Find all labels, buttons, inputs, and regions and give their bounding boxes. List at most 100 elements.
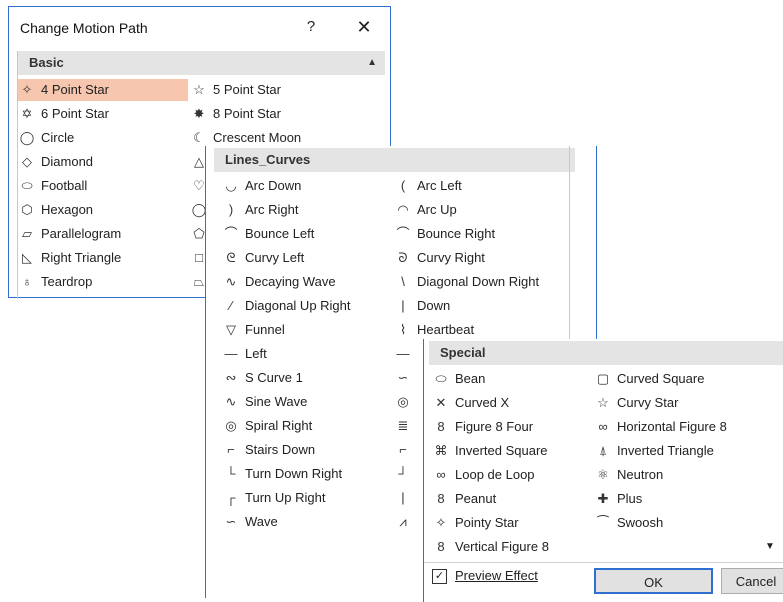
list-item-label: Right Triangle bbox=[41, 250, 122, 265]
list-item[interactable]: 8 Figure 8 Four bbox=[432, 416, 592, 438]
list-item[interactable]: 8 Peanut bbox=[432, 488, 592, 510]
list-item[interactable]: ∿ Decaying Wave bbox=[222, 271, 387, 293]
list-item-label: Funnel bbox=[245, 322, 285, 337]
list-item[interactable]: ☆ Curvy Star bbox=[594, 392, 754, 414]
list-item[interactable]: ⍋ Inverted Triangle bbox=[594, 440, 754, 462]
list-item[interactable]: ⬭ Football bbox=[18, 175, 188, 197]
inverted-square-icon: ⌘ bbox=[434, 443, 448, 458]
list-item-label: Arc Down bbox=[245, 178, 302, 193]
parallelogram-icon: ▱ bbox=[22, 226, 32, 241]
list-item-label: Left bbox=[245, 346, 267, 361]
star6-icon: ✡ bbox=[21, 106, 33, 121]
list-item[interactable]: ∽ Wave bbox=[222, 511, 387, 533]
curvy-right-icon: ᘐ bbox=[398, 250, 408, 265]
list-item[interactable]: ⚛ Neutron bbox=[594, 464, 754, 486]
dialog-title: Change Motion Path bbox=[20, 20, 148, 36]
list-item-label: Arc Right bbox=[245, 202, 299, 217]
list-item[interactable]: ⌐ Stairs Down bbox=[222, 439, 387, 461]
list-item[interactable]: ✧ Pointy Star bbox=[432, 512, 592, 534]
divider bbox=[569, 146, 570, 346]
list-item-label: Decaying Wave bbox=[245, 274, 336, 289]
list-item[interactable]: ◺ Right Triangle bbox=[18, 247, 188, 269]
list-item[interactable]: ✸ 8 Point Star bbox=[190, 103, 360, 125]
turn-down-right-icon: └ bbox=[226, 466, 236, 481]
list-item[interactable]: \ Diagonal Down Right bbox=[394, 271, 559, 293]
list-item[interactable]: ᘓ Curvy Left bbox=[222, 247, 387, 269]
section-header-lines-curves: Lines_Curves bbox=[214, 148, 575, 172]
scroll-up-arrow-icon[interactable]: ▲ bbox=[367, 51, 377, 75]
s-curve-2-icon: ∽ bbox=[397, 370, 409, 385]
close-button[interactable]: ✕ bbox=[352, 15, 376, 39]
list-item[interactable]: ▱ Parallelogram bbox=[18, 223, 188, 245]
title-bar: Change Motion Path ? ✕ bbox=[9, 7, 390, 47]
list-item[interactable]: ᘐ Curvy Right bbox=[394, 247, 559, 269]
list-item[interactable]: ✧ 4 Point Star bbox=[18, 79, 188, 101]
list-item[interactable]: ∿ Sine Wave bbox=[222, 391, 387, 413]
list-item[interactable]: ✡ 6 Point Star bbox=[18, 103, 188, 125]
help-button[interactable]: ? bbox=[301, 15, 321, 39]
star8-icon: ✸ bbox=[193, 106, 205, 121]
list-item[interactable]: ⁀ Swoosh bbox=[594, 512, 754, 534]
list-item-label: Swoosh bbox=[617, 515, 664, 530]
list-item[interactable]: ⁄ Diagonal Up Right bbox=[222, 295, 387, 317]
s-curve-icon: ∾ bbox=[225, 370, 237, 385]
list-item[interactable]: ⌘ Inverted Square bbox=[432, 440, 592, 462]
list-item[interactable]: ┌ Turn Up Right bbox=[222, 487, 387, 509]
divider bbox=[424, 562, 783, 563]
list-item-label: Crescent Moon bbox=[213, 130, 302, 145]
list-item[interactable]: ) Arc Right bbox=[222, 199, 387, 221]
right-triangle-icon: ◺ bbox=[22, 250, 32, 265]
ok-button[interactable]: OK bbox=[594, 568, 713, 594]
list-item[interactable]: ◯ Circle bbox=[18, 127, 188, 149]
preview-effect-checkbox[interactable]: ✓ bbox=[432, 569, 447, 584]
list-item-label: 4 Point Star bbox=[41, 82, 109, 97]
list-item-label: Plus bbox=[617, 491, 643, 506]
cancel-button[interactable]: Cancel bbox=[721, 568, 783, 594]
list-item[interactable]: ⌒ Bounce Right bbox=[394, 223, 559, 245]
list-item[interactable]: └ Turn Down Right bbox=[222, 463, 387, 485]
list-item[interactable]: — Left bbox=[222, 343, 387, 365]
list-item-label: Sine Wave bbox=[245, 394, 308, 409]
list-item-label: Loop de Loop bbox=[455, 467, 535, 482]
list-item[interactable]: 8 Vertical Figure 8 bbox=[432, 536, 592, 558]
star4-icon: ✧ bbox=[21, 82, 33, 97]
heartbeat-icon: ⌇ bbox=[399, 322, 407, 337]
list-item[interactable]: ◡ Arc Down bbox=[222, 175, 387, 197]
list-item[interactable]: ✕ Curved X bbox=[432, 392, 592, 414]
list-item[interactable]: ♁ Teardrop bbox=[18, 271, 188, 293]
list-item[interactable]: ∞ Horizontal Figure 8 bbox=[594, 416, 754, 438]
list-item[interactable]: ▽ Funnel bbox=[222, 319, 387, 341]
diagonal-up-right-icon: ⁄ bbox=[229, 298, 233, 313]
football-icon: ⬭ bbox=[21, 178, 33, 193]
list-item[interactable]: ⬡ Hexagon bbox=[18, 199, 188, 221]
list-item[interactable]: ◇ Diamond bbox=[18, 151, 188, 173]
preview-effect-label[interactable]: Preview Effect bbox=[455, 568, 538, 583]
list-item[interactable]: ✚ Plus bbox=[594, 488, 754, 510]
spiral-right-icon: ◎ bbox=[225, 418, 237, 433]
list-item[interactable]: ∞ Loop de Loop bbox=[432, 464, 592, 486]
list-item-label: 5 Point Star bbox=[213, 82, 281, 97]
list-item[interactable]: | Down bbox=[394, 295, 559, 317]
horizontal-figure-8-icon: ∞ bbox=[598, 419, 608, 434]
list-item[interactable]: ⌇ Heartbeat bbox=[394, 319, 559, 341]
list-item[interactable]: ▢ Curved Square bbox=[594, 368, 754, 390]
list-item-label: Bounce Right bbox=[417, 226, 496, 241]
list-item[interactable]: ∾ S Curve 1 bbox=[222, 367, 387, 389]
arc-down-icon: ◡ bbox=[225, 178, 237, 193]
list-item[interactable]: ⬭ Bean bbox=[432, 368, 592, 390]
list-item[interactable]: ◠ Arc Up bbox=[394, 199, 559, 221]
list-item[interactable]: ◎ Spiral Right bbox=[222, 415, 387, 437]
scroll-down-arrow-icon[interactable]: ▼ bbox=[765, 541, 775, 552]
up-icon: | bbox=[401, 490, 405, 505]
list-item-label: Stairs Down bbox=[245, 442, 316, 457]
circle-icon: ◯ bbox=[19, 130, 35, 145]
list-item-label: Vertical Figure 8 bbox=[455, 539, 549, 554]
list-item-label: 8 Point Star bbox=[213, 106, 281, 121]
list-item-label: Arc Left bbox=[417, 178, 462, 193]
list-item-label: Teardrop bbox=[41, 274, 93, 289]
list-item-label: Pointy Star bbox=[455, 515, 519, 530]
list-item-label: Spiral Right bbox=[245, 418, 313, 433]
list-item[interactable]: (Arc Left bbox=[394, 175, 559, 197]
list-item[interactable]: ⌒ Bounce Left bbox=[222, 223, 387, 245]
list-item[interactable]: ☆ 5 Point Star bbox=[190, 79, 360, 101]
